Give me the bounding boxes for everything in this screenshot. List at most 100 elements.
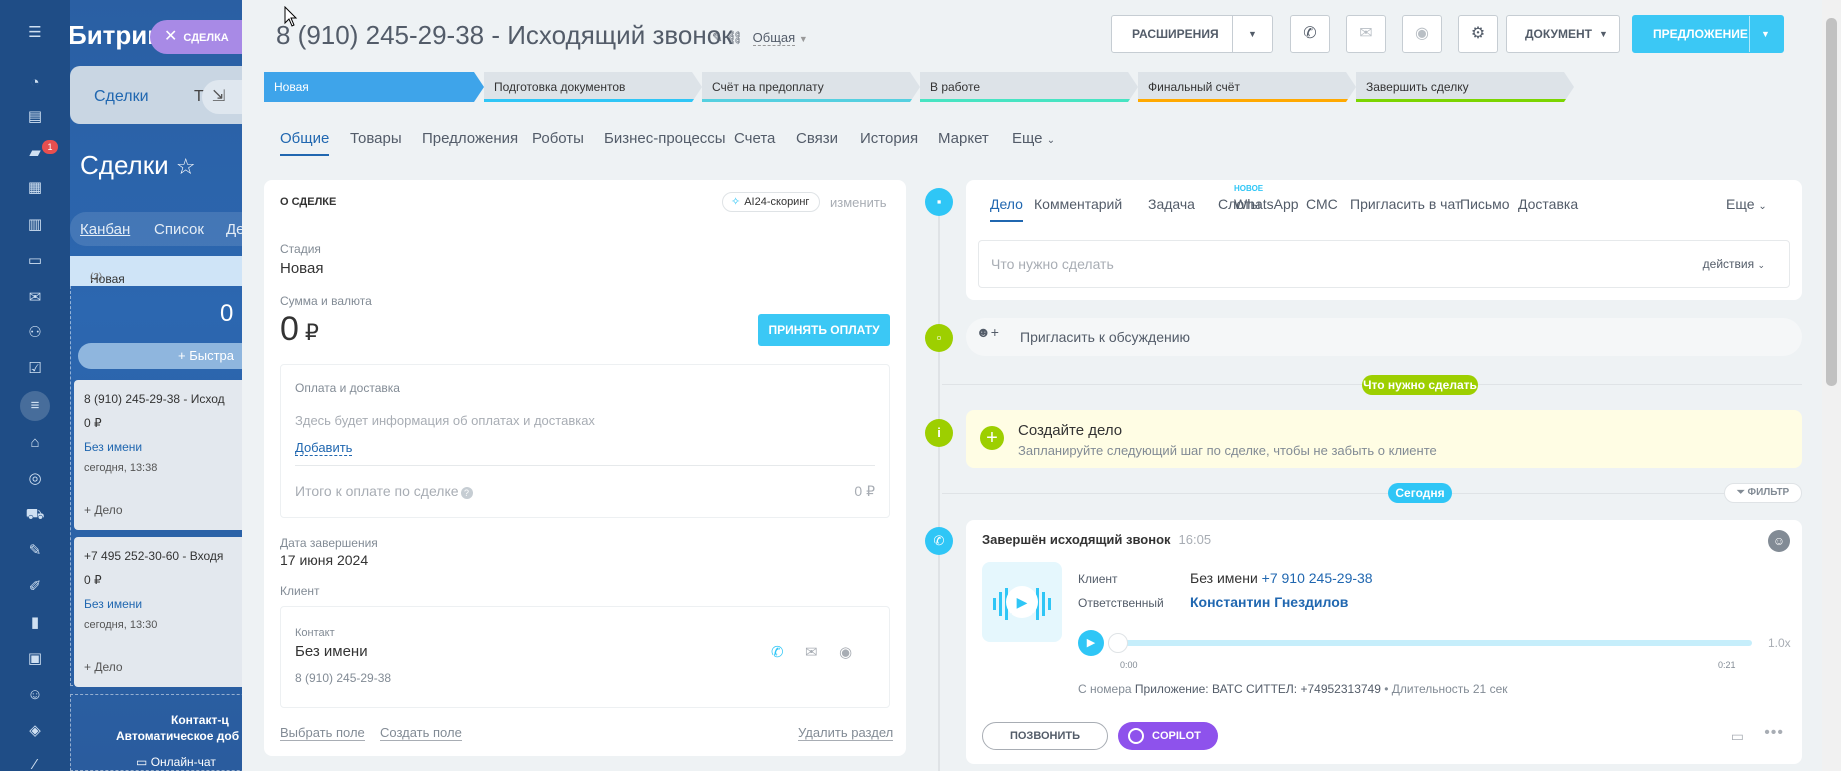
playback-speed[interactable]: 1.0x [1768,636,1791,650]
client-phone-link[interactable]: +7 910 245-29-38 [1262,570,1373,586]
calendar-icon[interactable]: ▦ [22,175,48,201]
box-icon[interactable]: ◈ [22,718,48,744]
tab-business-processes[interactable]: Бизнес-процессы [604,130,726,147]
responsible-user-link[interactable]: Константин Гнездилов [1190,594,1348,610]
mail-icon[interactable]: ✉ [22,285,48,311]
document-button[interactable]: ДОКУМЕНТ ▼ [1506,15,1620,53]
kanban-card[interactable]: 8 (910) 245-29-38 - Исход 0 ₽ Без имени … [74,380,250,530]
phone-button[interactable]: ✆ [1290,15,1330,53]
editor-tab-invite-chat[interactable]: Пригласить в чат [1350,196,1461,212]
page-scrollbar[interactable] [1822,0,1841,771]
settings-button[interactable]: ⚙ [1458,15,1498,53]
edit-section-link[interactable]: изменить [830,195,887,210]
audio-thumbnail[interactable]: ▶ [982,562,1062,642]
bank-icon[interactable]: ⌂ [22,430,48,456]
mail-icon[interactable]: ✉ [805,643,818,661]
view-kanban[interactable]: Канбан [80,221,130,238]
phone-icon[interactable]: ✆ [771,643,784,661]
create-task-hint[interactable]: + Создайте дело Запланируйте следующий ш… [966,410,1802,468]
sitemap-icon[interactable]: ◔ [22,70,48,96]
tab-invoices[interactable]: Счета [734,130,775,147]
contact-phone[interactable]: 8 (910) 245-29-38 [295,671,391,685]
close-slider-button[interactable]: ✕ СДЕЛКА [150,20,248,54]
invite-discussion-button[interactable]: ☻+ Пригласить к обсуждению [966,318,1802,356]
editor-tab-email[interactable]: Письмо [1460,196,1510,212]
stage-documents[interactable]: Подготовка документов [484,72,702,102]
stage-value[interactable]: Новая [280,260,323,277]
pen-icon[interactable]: ✐ [22,574,48,600]
todo-input[interactable]: Что нужно сделать действия ⌄ [978,240,1790,288]
editor-tab-delivery[interactable]: Доставка [1518,196,1578,212]
create-field-link[interactable]: Создать поле [380,725,462,741]
ai-scoring-button[interactable]: ✧ AI24-скоринг [722,192,821,212]
group-icon[interactable]: ⚇ [22,320,48,346]
extensions-button[interactable]: РАСШИРЕНИЯ ▼ [1111,15,1273,53]
view-list[interactable]: Список [154,221,204,238]
call-button[interactable]: ПОЗВОНИТЬ [982,722,1108,750]
stage-in-progress[interactable]: В работе [920,72,1138,102]
tab-more[interactable]: Еще ⌄ [1012,130,1055,147]
payment-add-link[interactable]: Добавить [295,440,353,456]
select-field-link[interactable]: Выбрать поле [280,725,365,741]
editor-tab-todo[interactable]: Задача [1148,196,1195,212]
tab-links[interactable]: Связи [796,130,838,147]
messenger-button[interactable]: ◉ [1402,15,1442,53]
robot-icon[interactable]: ☺ [22,682,48,708]
id-card-icon[interactable]: ▣ [22,646,48,672]
sign-icon[interactable]: ✎ [22,538,48,564]
background-tab-deals[interactable]: Сделки [94,88,149,106]
play-button[interactable]: ▶ [1078,630,1104,656]
chat-icon[interactable]: ◉ [839,643,852,661]
stage-new[interactable]: Новая [264,72,484,102]
stage-close-deal[interactable]: Завершить сделку [1356,72,1574,102]
actions-menu[interactable]: действия ⌄ [1703,257,1765,271]
audio-progress-track[interactable] [1112,640,1752,646]
kanban-card[interactable]: +7 495 252-30-60 - Входя 0 ₽ Без имени с… [74,537,250,687]
payment-title: Оплата и доставка [295,381,400,395]
target-icon[interactable]: ◎ [22,466,48,492]
accept-payment-button[interactable]: ПРИНЯТЬ ОПЛАТУ [758,314,890,346]
feed-icon[interactable]: ▤ [22,104,48,130]
crm-icon[interactable]: ≡ [20,391,50,421]
user-icon[interactable]: ☺ [1768,530,1790,552]
editor-tab-sms[interactable]: СМС [1306,196,1338,212]
note-icon[interactable]: ▭ [1731,728,1744,745]
minimize-slider-button[interactable]: ⇲ [202,80,242,114]
tab-offers[interactable]: Предложения [422,130,518,147]
deal-title[interactable]: 8 (910) 245-29-38 - Исходящий звонок [276,20,733,51]
copilot-button[interactable]: COPILOT [1118,722,1218,750]
editor-tab-task[interactable]: Дело [990,196,1023,222]
pencil-icon[interactable]: ✎ [712,30,723,45]
help-icon: ? [460,487,473,499]
stage-final-invoice[interactable]: Финальный счёт [1138,72,1356,102]
tab-products[interactable]: Товары [350,130,402,147]
category-select[interactable]: Общая [752,30,796,46]
offer-button[interactable]: ПРЕДЛОЖЕНИЕ ▼ [1632,15,1784,53]
editor-tab-more[interactable]: Еще ⌄ [1726,196,1767,212]
timeline-line [938,200,940,771]
docs-icon[interactable]: ▥ [22,212,48,238]
quick-add-button[interactable]: + Быстра [78,343,250,369]
link-icon[interactable]: ⛓ [727,30,744,45]
delete-section-link[interactable]: Удалить раздел [798,725,894,741]
timeline-filter-button[interactable]: ⏷ ФИЛЬТР [1724,483,1802,503]
tab-history[interactable]: История [860,130,918,147]
analytics-icon[interactable]: ▮ [22,610,48,636]
editor-tab-whatsapp[interactable]: WhatsApp [1234,196,1299,212]
contact-name[interactable]: Без имени [295,643,368,660]
more-icon[interactable]: ••• [1764,724,1784,742]
menu-icon[interactable]: ☰ [22,20,48,46]
tab-robots[interactable]: Роботы [532,130,584,147]
cart-icon[interactable]: ⛟ [22,502,48,528]
audio-progress-knob[interactable] [1108,633,1128,653]
stage-prepayment-invoice[interactable]: Счёт на предоплату [702,72,920,102]
tasks-icon[interactable]: ☑ [22,356,48,382]
close-date-value[interactable]: 17 июня 2024 [280,552,368,568]
drive-icon[interactable]: ▭ [22,248,48,274]
sum-value[interactable]: 0 ₽ [280,310,319,349]
tab-market[interactable]: Маркет [938,130,989,147]
email-button[interactable]: ✉ [1346,15,1386,53]
tab-general[interactable]: Общие [280,130,330,156]
editor-tab-comment[interactable]: Комментарий [1034,196,1122,212]
tools-icon[interactable]: ⁄ [22,752,48,771]
